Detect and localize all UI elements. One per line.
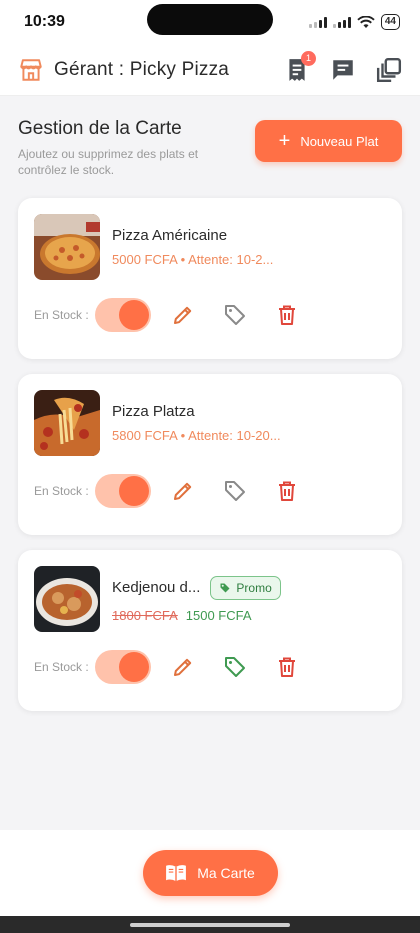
home-indicator[interactable] bbox=[130, 922, 290, 927]
stock-toggle[interactable] bbox=[94, 298, 151, 332]
dish-meta: 5000 FCFA • Attente: 10-2... bbox=[112, 252, 274, 267]
app-header: Gérant : Picky Pizza 1 bbox=[0, 44, 420, 96]
header-actions: 1 bbox=[284, 50, 402, 83]
toggle-knob bbox=[118, 652, 149, 682]
orders-button[interactable]: 1 bbox=[284, 50, 316, 83]
stock-toggle[interactable] bbox=[94, 474, 151, 508]
home-indicator-area bbox=[0, 916, 420, 933]
old-price: 1800 FCFA bbox=[112, 607, 178, 623]
my-menu-button[interactable]: Ma Carte bbox=[142, 850, 278, 896]
wifi-icon bbox=[357, 15, 375, 28]
page-title: Gérant : Picky Pizza bbox=[54, 58, 230, 80]
stock-label: En Stock : bbox=[34, 484, 89, 498]
plus-icon: + bbox=[278, 130, 291, 152]
tag-icon[interactable] bbox=[223, 303, 247, 327]
layers-icon bbox=[376, 57, 402, 82]
new-dish-label: Nouveau Plat bbox=[300, 133, 379, 149]
trash-icon[interactable] bbox=[275, 655, 299, 679]
dynamic-island bbox=[147, 4, 273, 35]
section-header: Gestion de la Carte Ajoutez ou supprimez… bbox=[0, 96, 420, 178]
section-title: Gestion de la Carte bbox=[18, 118, 182, 139]
tag-icon[interactable] bbox=[223, 479, 247, 503]
dish-card: Kedjenou d... Promo 1800 FCFA 1500 FCFA bbox=[18, 550, 402, 711]
dish-meta: 5800 FCFA • Attente: 10-20... bbox=[112, 428, 281, 443]
notification-badge: 1 bbox=[301, 50, 316, 66]
dish-name: Kedjenou d... bbox=[112, 579, 201, 596]
dish-image-kedjenou bbox=[34, 566, 100, 632]
toggle-knob bbox=[118, 476, 149, 506]
dish-card: Pizza Platza 5800 FCFA • Attente: 10-20.… bbox=[18, 374, 402, 535]
edit-icon[interactable] bbox=[171, 303, 195, 327]
my-menu-label: Ma Carte bbox=[197, 865, 255, 881]
chat-icon bbox=[333, 59, 353, 80]
book-icon bbox=[166, 865, 187, 882]
status-icons: 44 bbox=[308, 14, 400, 30]
section-subtitle: Ajoutez ou supprimez des plats et contrô… bbox=[18, 147, 199, 177]
dish-list: Pizza Américaine 5000 FCFA • Attente: 10… bbox=[0, 178, 420, 711]
trash-icon[interactable] bbox=[275, 303, 299, 327]
dish-name: Pizza Américaine bbox=[112, 227, 228, 244]
section-text: Gestion de la Carte Ajoutez ou supprimez… bbox=[18, 118, 255, 178]
bottom-bar: Ma Carte bbox=[0, 830, 420, 916]
dish-image-pizza-platza bbox=[34, 390, 100, 456]
promo-badge: Promo bbox=[210, 575, 281, 600]
messages-button[interactable] bbox=[330, 57, 356, 83]
dish-name: Pizza Platza bbox=[112, 403, 195, 420]
signal-icon-secondary bbox=[332, 16, 351, 28]
switch-view-button[interactable] bbox=[376, 57, 402, 83]
toggle-knob bbox=[118, 300, 149, 330]
new-price: 1500 FCFA bbox=[185, 607, 252, 623]
edit-icon[interactable] bbox=[171, 479, 195, 503]
trash-icon[interactable] bbox=[275, 479, 299, 503]
status-bar: 10:39 44 bbox=[0, 0, 420, 44]
new-dish-button[interactable]: + Nouveau Plat bbox=[255, 120, 402, 162]
tag-icon bbox=[220, 583, 230, 592]
dish-card: Pizza Américaine 5000 FCFA • Attente: 10… bbox=[18, 198, 402, 359]
battery-icon: 44 bbox=[380, 14, 400, 30]
promo-label: Promo bbox=[236, 580, 272, 595]
store-icon bbox=[20, 58, 42, 81]
edit-icon[interactable] bbox=[171, 655, 195, 679]
stock-label: En Stock : bbox=[34, 660, 89, 674]
stock-label: En Stock : bbox=[34, 308, 89, 322]
signal-icon bbox=[308, 16, 327, 28]
status-time: 10:39 bbox=[24, 13, 65, 30]
dish-image-pizza-americaine bbox=[34, 214, 100, 280]
stock-toggle[interactable] bbox=[94, 650, 151, 684]
tag-icon[interactable] bbox=[223, 655, 247, 679]
